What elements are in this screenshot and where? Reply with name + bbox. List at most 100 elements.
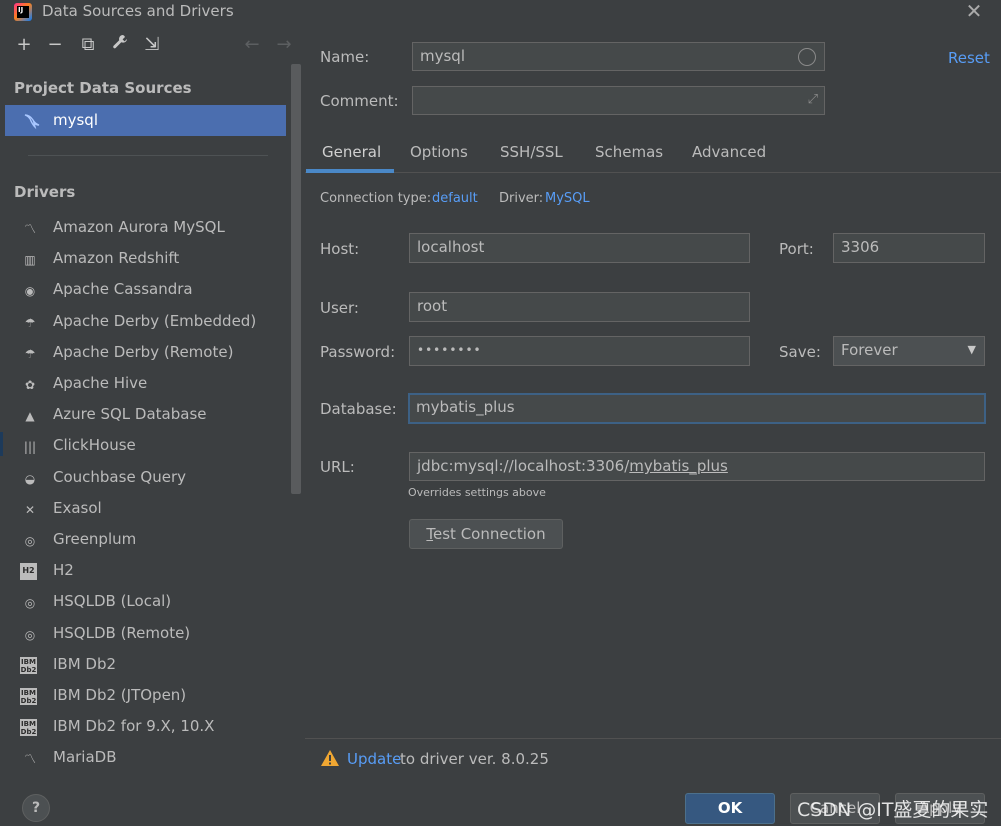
- driver-item[interactable]: 〽 MariaDB: [20, 746, 290, 772]
- database-input[interactable]: mybatis_plus: [408, 393, 986, 424]
- tab-general[interactable]: General: [322, 143, 381, 161]
- couchbase-icon: ◒: [24, 472, 36, 486]
- add-icon[interactable]: +: [13, 34, 35, 56]
- tab-advanced[interactable]: Advanced: [692, 143, 766, 161]
- greenplum-icon: ◎: [24, 534, 36, 548]
- driver-label: Azure SQL Database: [53, 405, 207, 423]
- driver-label: HSQLDB (Local): [53, 592, 172, 610]
- connection-type-link[interactable]: default: [432, 191, 478, 206]
- test-connection-label: est Connection: [433, 525, 546, 543]
- h2-icon: H2: [20, 563, 37, 580]
- driver-item[interactable]: IBM Db2 IBM Db2 for 9.X, 10.X: [20, 715, 290, 741]
- driver-item[interactable]: ☂ Apache Derby (Embedded): [20, 310, 290, 336]
- driver-item[interactable]: ◉ Apache Cassandra: [20, 278, 290, 304]
- driver-item[interactable]: IBM Db2 IBM Db2 (JTOpen): [20, 684, 290, 710]
- remove-icon[interactable]: −: [44, 34, 66, 56]
- aurora-icon: 〽: [23, 222, 36, 236]
- ok-button[interactable]: OK: [685, 793, 775, 824]
- import-icon[interactable]: ⇲: [141, 34, 163, 56]
- tab-ssh-ssl[interactable]: SSH/SSL: [500, 143, 563, 161]
- driver-item[interactable]: ▲ Azure SQL Database: [20, 403, 290, 429]
- driver-item[interactable]: ▥ Amazon Redshift: [20, 247, 290, 273]
- sidebar-divider: [28, 155, 268, 156]
- hive-icon: ✿: [24, 378, 36, 392]
- test-connection-button[interactable]: Test Connection: [409, 519, 563, 549]
- derby-icon: ☂: [24, 316, 36, 330]
- derby-icon: ☂: [24, 347, 36, 361]
- forward-arrow-icon[interactable]: →: [273, 34, 295, 56]
- driver-label: IBM Db2: [53, 655, 117, 673]
- driver-label: Apache Hive: [53, 374, 148, 392]
- driver-label: Greenplum: [53, 530, 137, 548]
- driver-label: H2: [53, 561, 74, 579]
- url-prefix: jdbc:mysql://localhost:3306/: [417, 457, 630, 475]
- db2-icon: IBM Db2: [20, 719, 37, 736]
- driver-item[interactable]: H2 H2: [20, 559, 290, 585]
- driver-label: IBM Db2 (JTOpen): [53, 686, 187, 704]
- driver-item[interactable]: ◎ HSQLDB (Local): [20, 590, 290, 616]
- driver-item[interactable]: ◎ Greenplum: [20, 528, 290, 554]
- port-input[interactable]: 3306: [833, 233, 985, 263]
- mysql-dolphin-icon: [23, 112, 43, 130]
- password-label: Password:: [320, 343, 396, 361]
- tab-options[interactable]: Options: [410, 143, 468, 161]
- reset-link[interactable]: Reset: [948, 49, 990, 67]
- driver-item[interactable]: ||| ClickHouse: [20, 434, 290, 460]
- comment-input[interactable]: ⤢: [412, 86, 825, 115]
- name-value: mysql: [420, 47, 465, 65]
- sidebar-toolbar: + − ⧉ ⇲ ← →: [3, 24, 303, 64]
- host-input[interactable]: localhost: [409, 233, 750, 263]
- driver-item[interactable]: ◎ HSQLDB (Remote): [20, 622, 290, 648]
- chevron-down-icon: ▼: [967, 343, 976, 356]
- update-driver-link[interactable]: Update: [347, 750, 401, 768]
- wrench-icon[interactable]: [109, 34, 131, 56]
- driver-label: HSQLDB (Remote): [53, 624, 191, 642]
- intellij-logo-icon: IJ: [14, 3, 32, 21]
- tabs-divider: [305, 172, 1001, 173]
- copy-icon[interactable]: ⧉: [77, 34, 99, 56]
- sidebar-scrollbar[interactable]: [291, 64, 301, 494]
- tab-schemas[interactable]: Schemas: [595, 143, 663, 161]
- driver-label: Apache Cassandra: [53, 280, 193, 298]
- password-input[interactable]: ••••••••: [409, 336, 750, 366]
- driver-label: Amazon Redshift: [53, 249, 180, 267]
- driver-item[interactable]: 〽 Amazon Aurora MySQL: [20, 216, 290, 242]
- close-icon[interactable]: ✕: [963, 0, 985, 22]
- driver-item[interactable]: ✿ Apache Hive: [20, 372, 290, 398]
- title-bar: IJ Data Sources and Drivers ✕: [0, 0, 1001, 24]
- save-select[interactable]: Forever ▼: [833, 336, 985, 366]
- back-arrow-icon[interactable]: ←: [241, 34, 263, 56]
- driver-label: Exasol: [53, 499, 102, 517]
- connection-type-label: Connection type:: [320, 191, 432, 206]
- user-input[interactable]: root: [409, 292, 750, 322]
- driver-link[interactable]: MySQL: [545, 191, 590, 206]
- window-edge-marker: [0, 432, 3, 456]
- expand-icon[interactable]: ⤢: [808, 87, 818, 113]
- warning-icon: [320, 749, 340, 767]
- port-label: Port:: [779, 240, 814, 258]
- cassandra-icon: ◉: [24, 284, 36, 298]
- db2-icon: IBM Db2: [20, 688, 37, 705]
- driver-label: MariaDB: [53, 748, 117, 766]
- driver-item[interactable]: IBM Db2 IBM Db2: [20, 653, 290, 679]
- url-input[interactable]: jdbc:mysql://localhost:3306/mybatis_plus: [409, 452, 985, 481]
- driver-item[interactable]: ☂ Apache Derby (Remote): [20, 341, 290, 367]
- data-source-label: mysql: [53, 111, 98, 129]
- db2-icon: IBM Db2: [20, 657, 37, 674]
- driver-item[interactable]: ◒ Couchbase Query: [20, 466, 290, 492]
- color-circle-icon[interactable]: [798, 48, 816, 66]
- hsqldb-icon: ◎: [24, 628, 36, 642]
- driver-label: Apache Derby (Embedded): [53, 312, 257, 330]
- name-label: Name:: [320, 48, 370, 66]
- logo-text: IJ: [17, 6, 29, 18]
- drivers-header: Drivers: [14, 183, 76, 201]
- help-button[interactable]: ?: [22, 794, 50, 822]
- url-label: URL:: [320, 458, 355, 476]
- driver-item[interactable]: ✕ Exasol: [20, 497, 290, 523]
- data-source-item-mysql[interactable]: mysql: [5, 105, 286, 136]
- driver-label: ClickHouse: [53, 436, 136, 454]
- host-label: Host:: [320, 240, 360, 258]
- driver-label: Amazon Aurora MySQL: [53, 218, 225, 236]
- name-input[interactable]: mysql: [412, 42, 825, 71]
- clickhouse-icon: |||: [23, 440, 37, 454]
